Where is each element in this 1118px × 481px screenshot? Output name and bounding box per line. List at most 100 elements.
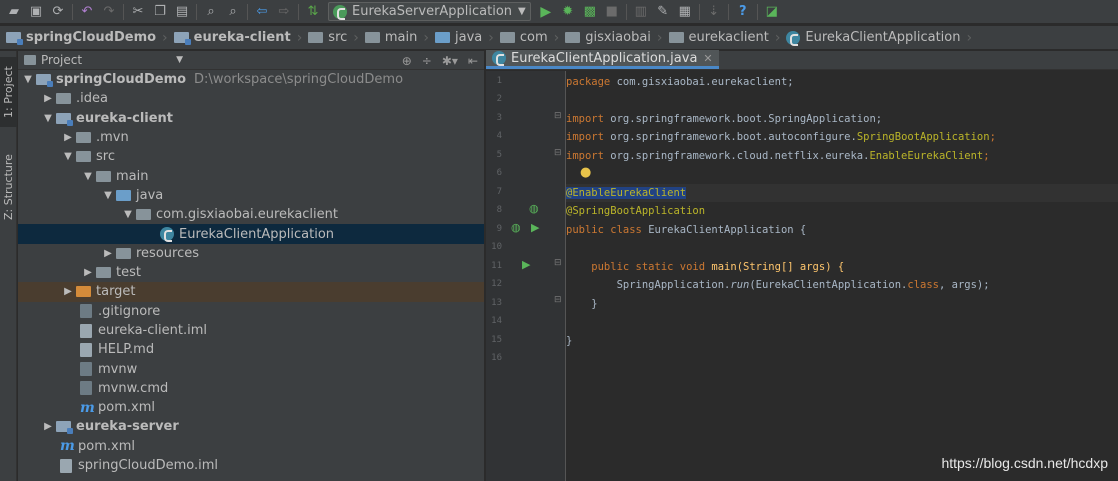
gear-icon[interactable]: ✱▾ xyxy=(442,54,458,68)
structure-tool-tab[interactable]: Z: Structure xyxy=(0,147,17,227)
redo-icon[interactable]: ↷ xyxy=(98,1,120,23)
tree-item-eurekaclientapplication[interactable]: EurekaClientApplication xyxy=(18,224,484,244)
run-icon[interactable]: ▶ xyxy=(535,1,557,23)
chevron-down-icon[interactable]: ▼ xyxy=(40,113,56,124)
tree-item-main[interactable]: ▼ main xyxy=(18,166,484,185)
module-folder-icon xyxy=(6,32,23,45)
breadcrumb-item-com[interactable]: com › xyxy=(498,26,563,50)
collapse-all-icon[interactable]: ÷ xyxy=(422,54,432,68)
watermark: https://blog.csdn.net/hcdxp xyxy=(941,455,1108,471)
coverage-icon[interactable]: ▩ xyxy=(579,1,601,23)
breadcrumb-item-project[interactable]: springCloudDemo › xyxy=(4,26,172,50)
fold-icon[interactable]: ⊟ xyxy=(554,258,562,268)
tree-item-target[interactable]: ▶ target xyxy=(18,282,484,302)
save-icon[interactable]: ▣ xyxy=(25,1,47,23)
breadcrumb-item-module[interactable]: eureka-client › xyxy=(172,26,307,50)
editor-tab[interactable]: EurekaClientApplication.java ✕ xyxy=(486,50,719,69)
breadcrumb-item-eurekaclient[interactable]: eurekaclient › xyxy=(667,26,785,50)
forward-icon[interactable]: ⇨ xyxy=(273,1,295,23)
spring-class-icon xyxy=(492,51,506,66)
chevron-right-icon[interactable]: ▶ xyxy=(40,421,56,432)
breadcrumb-item-gisxiaobai[interactable]: gisxiaobai › xyxy=(563,26,666,50)
folder-icon xyxy=(96,267,111,279)
breadcrumb-item-class[interactable]: EurekaClientApplication › xyxy=(784,26,976,50)
debug-icon[interactable]: ✹ xyxy=(557,1,579,23)
chevron-right-icon[interactable]: ▶ xyxy=(80,267,96,278)
project-view-select[interactable]: Project xyxy=(41,53,82,67)
sync-icon[interactable]: ⟳ xyxy=(47,1,69,23)
tree-item-resources[interactable]: ▶ resources xyxy=(18,244,484,263)
tree-item-springclouddemo[interactable]: ▼ springCloudDemo D:\workspace\springCloud… xyxy=(18,70,484,89)
back-icon[interactable]: ⇦ xyxy=(251,1,273,23)
tree-item-help-md[interactable]: HELP.md xyxy=(18,340,484,359)
code-line-12: SpringApplication.run(EurekaClientApplic… xyxy=(566,279,990,291)
tree-item-package[interactable]: ▼ com.gisxiaobai.eurekaclient xyxy=(18,205,484,224)
tree-item-test[interactable]: ▶ test xyxy=(18,263,484,282)
terminal-icon[interactable]: ◪ xyxy=(761,1,783,23)
chevron-down-icon[interactable]: ▼ xyxy=(20,74,36,85)
module-folder-icon xyxy=(56,112,73,126)
project-tool-tab[interactable]: 1: Project xyxy=(0,57,17,127)
copy-icon[interactable]: ❐ xyxy=(149,1,171,23)
chevron-down-icon[interactable]: ▼ xyxy=(60,151,76,162)
tree-item-mvnw-cmd[interactable]: mvnw.cmd xyxy=(18,379,484,398)
module-folder-icon xyxy=(173,32,191,45)
run-gutter-icon[interactable]: ▶ xyxy=(522,258,530,271)
run-gutter-icon[interactable]: ▶ xyxy=(531,221,539,234)
bean-icon[interactable]: ◍ xyxy=(529,202,539,215)
fold-icon[interactable]: ⊟ xyxy=(554,295,562,305)
code-line-8: @SpringBootApplication xyxy=(566,205,706,217)
tree-item-java[interactable]: ▼ java xyxy=(18,186,484,205)
paste-icon[interactable]: ▤ xyxy=(171,1,193,23)
settings-icon[interactable]: ✎ xyxy=(652,1,674,23)
breadcrumb-item-main[interactable]: main › xyxy=(363,26,433,50)
code-line-13: } xyxy=(566,298,598,310)
build-icon[interactable]: ⇅ xyxy=(302,1,324,23)
tree-item-gitignore[interactable]: .gitignore xyxy=(18,302,484,321)
vcs-icon[interactable]: ⇣ xyxy=(703,1,725,23)
chevron-down-icon[interactable]: ▼ xyxy=(100,190,116,201)
tree-item-mvn[interactable]: ▶ .mvn xyxy=(18,128,484,147)
chevron-down-icon[interactable]: ▼ xyxy=(120,209,136,220)
spring-class-icon xyxy=(786,30,801,46)
lightbulb-icon[interactable]: ● xyxy=(580,165,591,180)
open-folder-icon[interactable]: ▰ xyxy=(3,1,25,23)
tree-item-client-pom[interactable]: m pom.xml xyxy=(18,398,484,417)
file-icon xyxy=(80,304,92,319)
chevron-right-icon[interactable]: ▶ xyxy=(40,93,56,104)
cut-icon[interactable]: ✂ xyxy=(127,1,149,23)
tree-item-eureka-client[interactable]: ▼ eureka-client xyxy=(18,109,484,128)
chevron-down-icon[interactable]: ▼ xyxy=(80,171,96,182)
fold-icon[interactable]: ⊟ xyxy=(554,148,562,158)
locate-icon[interactable]: ⊕ xyxy=(402,54,412,68)
dropdown-icon[interactable]: ▼ xyxy=(176,55,183,65)
hide-icon[interactable]: ⇤ xyxy=(468,54,478,68)
help-icon[interactable]: ? xyxy=(732,1,754,23)
chevron-right-icon[interactable]: ▶ xyxy=(100,248,116,259)
close-icon[interactable]: ✕ xyxy=(703,52,712,65)
stop-icon[interactable]: ■ xyxy=(601,1,623,23)
package-icon xyxy=(136,209,151,221)
replace-icon[interactable]: ⌕ xyxy=(222,1,244,23)
breadcrumb-item-src[interactable]: src › xyxy=(306,26,363,50)
tree-item-eureka-server[interactable]: ▶ eureka-server xyxy=(18,417,484,436)
sdk-icon[interactable]: ▦ xyxy=(674,1,696,23)
tree-item-root-pom[interactable]: m pom.xml xyxy=(18,437,484,456)
tree-item-idea[interactable]: ▶ .idea xyxy=(18,89,484,108)
resources-folder-icon xyxy=(116,247,131,259)
fold-icon[interactable]: ⊟ xyxy=(554,111,562,121)
project-structure-icon[interactable]: ▥ xyxy=(630,1,652,23)
run-config-select[interactable]: EurekaServerApplication ▼ xyxy=(328,2,531,21)
tree-item-client-iml[interactable]: eureka-client.iml xyxy=(18,321,484,340)
breadcrumb-item-java[interactable]: java › xyxy=(433,26,498,50)
line-number: 15 xyxy=(491,335,502,345)
undo-icon[interactable]: ↶ xyxy=(76,1,98,23)
tree-item-mvnw[interactable]: mvnw xyxy=(18,359,484,378)
chevron-right-icon[interactable]: ▶ xyxy=(60,132,76,143)
tree-item-root-iml[interactable]: springCloudDemo.iml xyxy=(18,456,484,475)
tree-item-src[interactable]: ▼ src xyxy=(18,147,484,166)
code-area[interactable]: package com.gisxiaobai.eurekaclient; imp… xyxy=(566,71,1118,481)
find-icon[interactable]: ⌕ xyxy=(200,1,222,23)
chevron-right-icon[interactable]: ▶ xyxy=(60,286,76,297)
bean-icon[interactable]: ◍ xyxy=(511,221,521,234)
